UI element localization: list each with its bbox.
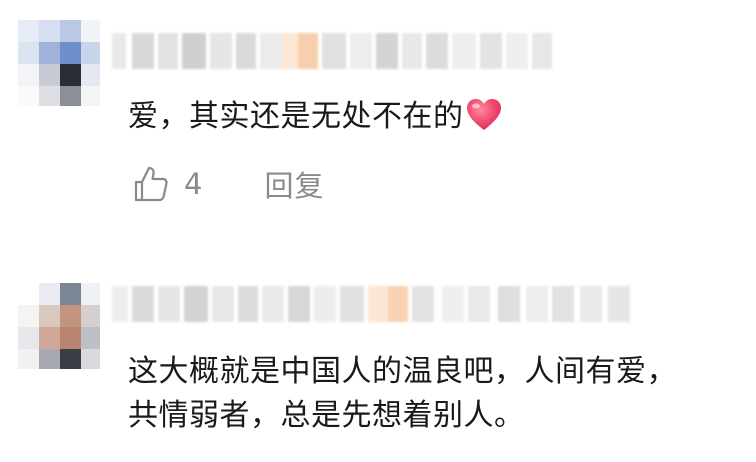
reply-button[interactable]: 回复 bbox=[264, 163, 324, 205]
thumbs-up-icon bbox=[134, 166, 168, 202]
comment-text-line: 共情弱者，总是先想着别人。 bbox=[128, 398, 525, 433]
username-redacted[interactable] bbox=[112, 33, 568, 69]
comment-text: 爱，其实还是无处不在的 bbox=[128, 95, 502, 139]
comment-list: 爱，其实还是无处不在的 4 回复 这大概就是中国人的温良吧，人间有爱， 共情弱者… bbox=[0, 0, 756, 462]
avatar-mosaic[interactable] bbox=[18, 20, 100, 106]
avatar-mosaic[interactable] bbox=[18, 283, 100, 369]
comment-item: 这大概就是中国人的温良吧，人间有爱， 共情弱者，总是先想着别人。 bbox=[0, 250, 756, 462]
like-button[interactable]: 4 bbox=[130, 163, 202, 205]
username-redacted[interactable] bbox=[112, 286, 652, 322]
comment-text: 这大概就是中国人的温良吧，人间有爱， 共情弱者，总是先想着别人。 bbox=[128, 350, 677, 438]
comment-item: 爱，其实还是无处不在的 4 回复 bbox=[0, 0, 756, 230]
heart-emoji-icon bbox=[466, 99, 501, 130]
comment-actions: 4 回复 bbox=[130, 162, 324, 206]
comment-text-line: 这大概就是中国人的温良吧，人间有爱， bbox=[128, 354, 677, 389]
like-count: 4 bbox=[184, 167, 203, 201]
comment-text-content: 爱，其实还是无处不在的 bbox=[128, 99, 464, 134]
